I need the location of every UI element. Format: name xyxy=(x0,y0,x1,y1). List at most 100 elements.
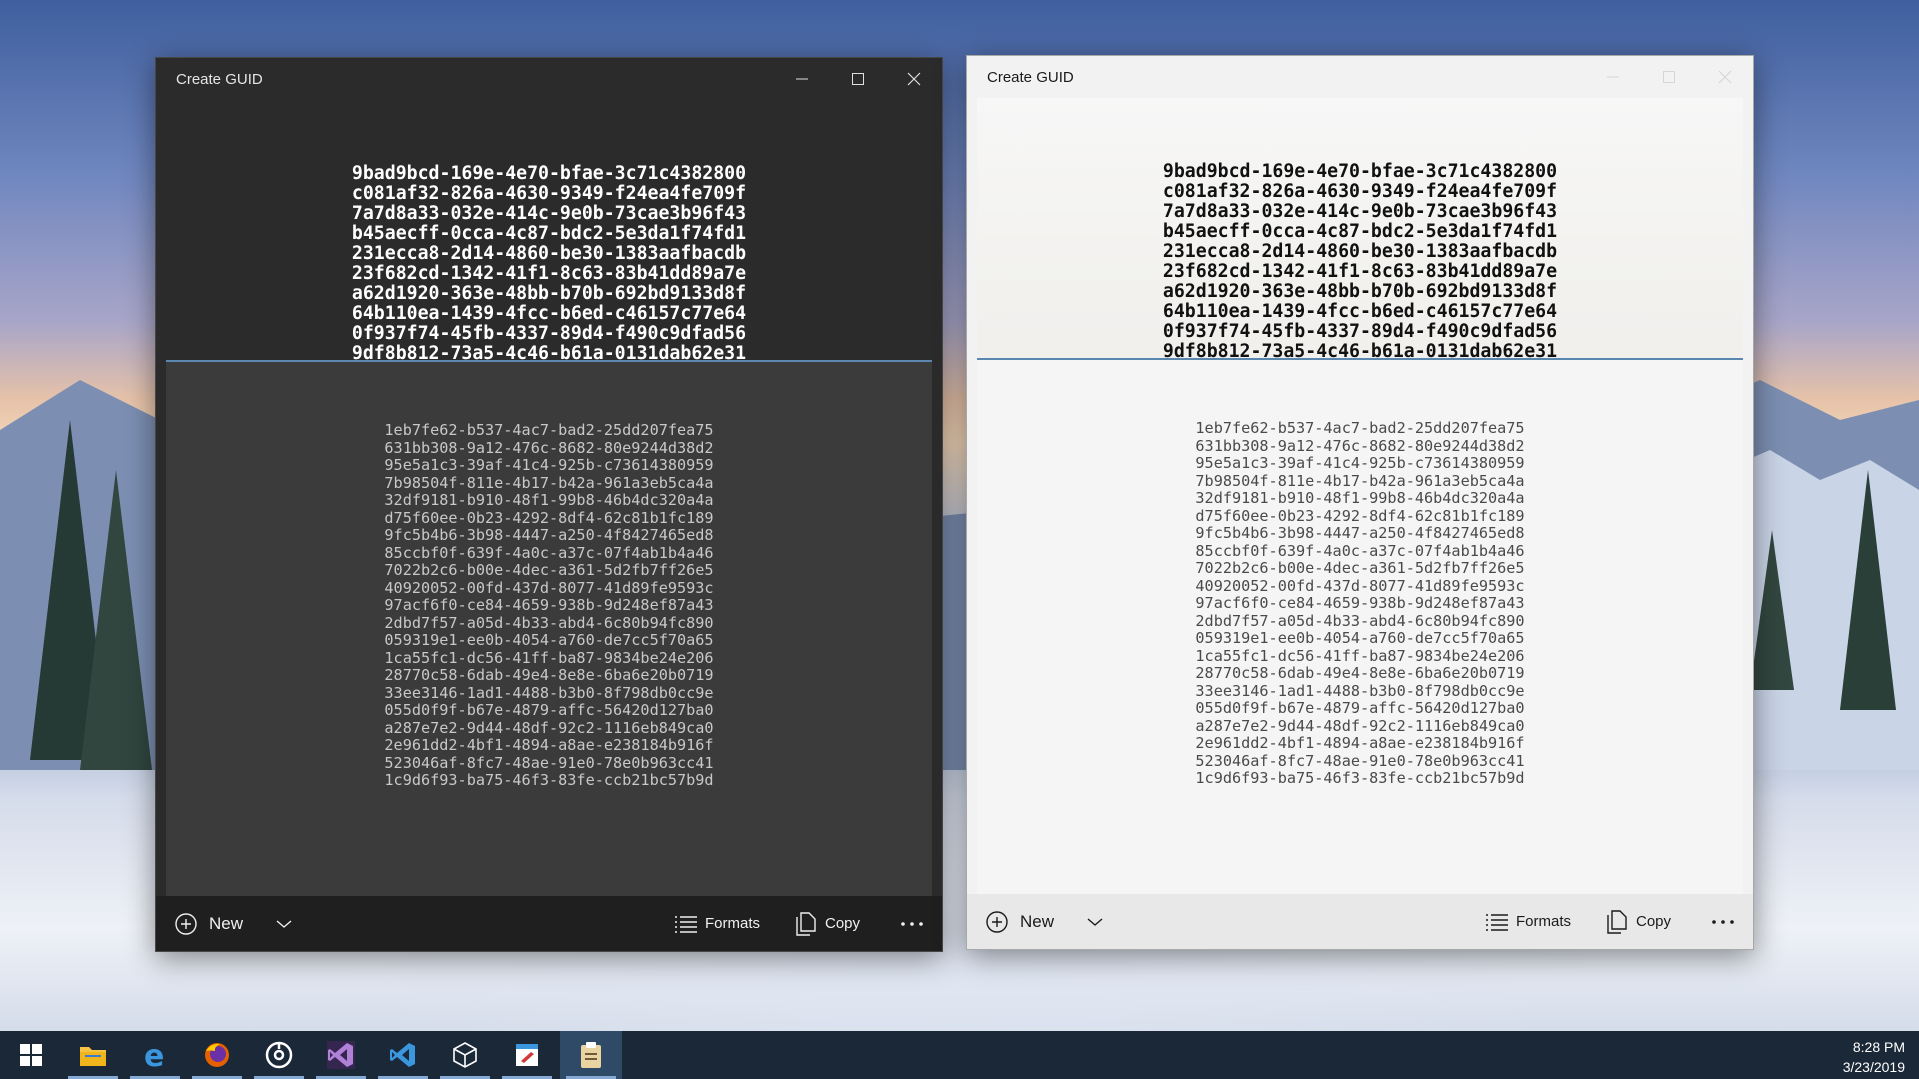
guid-line: b45aecff-0cca-4c87-bdc2-5e3da1f74fd1 xyxy=(351,223,747,244)
guid-line: 23f682cd-1342-41f1-8c63-83b41dd89a7e xyxy=(1162,261,1558,282)
guid-line: 9bad9bcd-169e-4e70-bfae-3c71c4382800 xyxy=(351,163,747,184)
taskbar-groove[interactable] xyxy=(248,1031,310,1079)
add-circle-icon xyxy=(175,912,197,935)
guid-line: 9bad9bcd-169e-4e70-bfae-3c71c4382800 xyxy=(1162,161,1558,182)
history-guid-list[interactable]: 1eb7fe62-b537-4ac7-bad2-25dd207fea75 631… xyxy=(977,419,1743,788)
guid-line: 0f937f74-45fb-4337-89d4-f490c9dfad56 xyxy=(351,323,747,344)
guid-line: 055d0f9f-b67e-4879-affc-56420d127ba0 xyxy=(384,701,714,719)
more-options-button[interactable] xyxy=(1703,894,1743,949)
new-button[interactable]: New xyxy=(985,894,1054,949)
primary-guid-list[interactable]: 9bad9bcd-169e-4e70-bfae-3c71c4382800 c08… xyxy=(977,162,1743,362)
firefox-icon xyxy=(205,1043,229,1067)
close-button[interactable] xyxy=(1697,56,1753,98)
guid-line: c081af32-826a-4630-9349-f24ea4fe709f xyxy=(351,183,747,204)
maximize-button[interactable] xyxy=(830,58,886,100)
window-title: Create GUID xyxy=(176,71,263,88)
history-guid-list[interactable]: 1eb7fe62-b537-4ac7-bad2-25dd207fea75 631… xyxy=(166,421,932,790)
taskbar-file-explorer[interactable] xyxy=(62,1031,124,1079)
formats-button-label: Formats xyxy=(1516,913,1572,930)
guid-line: 33ee3146-1ad1-4488-b3b0-8f798db0cc9e xyxy=(384,683,714,702)
guid-line: 1c9d6f93-ba75-46f3-83fe-ccb21bc57b9d xyxy=(1195,769,1525,787)
copy-button-label: Copy xyxy=(1636,913,1672,930)
taskbar-firefox[interactable] xyxy=(186,1031,248,1079)
taskbar: e 8:28 PM 3/23/2019 xyxy=(0,1031,1919,1079)
guid-line: 1eb7fe62-b537-4ac7-bad2-25dd207fea75 xyxy=(1195,419,1525,437)
guid-line: d75f60ee-0b23-4292-8df4-62c81b1fc189 xyxy=(1195,506,1525,525)
guid-line: 0f937f74-45fb-4337-89d4-f490c9dfad56 xyxy=(1162,321,1558,342)
guid-line: 2e961dd2-4bf1-4894-a8ae-e238184b916f xyxy=(1195,734,1525,752)
list-icon xyxy=(1486,913,1508,931)
guid-line: 85ccbf0f-639f-4a0c-a37c-07f4ab1b4a46 xyxy=(1195,541,1525,560)
guid-line: a62d1920-363e-48bb-b70b-692bd9133d8f xyxy=(351,283,747,304)
taskbar-clock[interactable]: 8:28 PM 3/23/2019 xyxy=(1843,1037,1905,1077)
guid-line: 32df9181-b910-48f1-99b8-46b4dc320a4a xyxy=(384,491,714,509)
guid-line: 631bb308-9a12-476c-8682-80e9244d38d2 xyxy=(1195,436,1525,455)
taskbar-edge[interactable]: e xyxy=(124,1031,186,1079)
formats-button-label: Formats xyxy=(705,915,761,932)
close-icon xyxy=(907,72,921,86)
guid-line: 97acf6f0-ce84-4659-938b-9d248ef87a43 xyxy=(384,596,714,614)
more-options-button[interactable] xyxy=(892,896,932,951)
guid-line: 231ecca8-2d14-4860-be30-1383aafbacdb xyxy=(351,243,747,264)
new-button[interactable]: New xyxy=(174,896,243,951)
guid-line: 85ccbf0f-639f-4a0c-a37c-07f4ab1b4a46 xyxy=(384,543,714,562)
visual-studio-icon xyxy=(327,1041,355,1069)
minimize-button[interactable] xyxy=(1585,56,1641,98)
maximize-icon xyxy=(1663,71,1675,83)
svg-text:e: e xyxy=(144,1041,164,1069)
pine-tree xyxy=(1840,470,1896,710)
taskbar-create-guid[interactable] xyxy=(560,1031,622,1079)
create-guid-window-light: Create GUID 9bad9bcd-169e-4e70-bfae-3c71… xyxy=(966,55,1754,950)
guid-line: 631bb308-9a12-476c-8682-80e9244d38d2 xyxy=(384,438,714,457)
primary-guid-list[interactable]: 9bad9bcd-169e-4e70-bfae-3c71c4382800 c08… xyxy=(166,164,932,364)
minimize-icon xyxy=(1607,76,1619,78)
guid-line: 2dbd7f57-a05d-4b33-abd4-6c80b94fc890 xyxy=(384,613,714,632)
guid-line: a287e7e2-9d44-48df-92c2-1116eb849ca0 xyxy=(384,718,714,737)
window-title: Create GUID xyxy=(987,69,1074,86)
close-button[interactable] xyxy=(886,58,942,100)
chevron-down-icon xyxy=(276,919,292,928)
guid-line: 28770c58-6dab-49e4-8e8e-6ba6e20b0719 xyxy=(1195,664,1525,682)
title-bar[interactable]: Create GUID xyxy=(967,56,1753,98)
vscode-icon xyxy=(390,1043,415,1067)
new-dropdown-button[interactable] xyxy=(1077,894,1113,949)
guid-line: a62d1920-363e-48bb-b70b-692bd9133d8f xyxy=(1162,281,1558,302)
pine-tree xyxy=(80,470,152,770)
edge-icon: e xyxy=(144,1041,164,1069)
minimize-button[interactable] xyxy=(774,58,830,100)
maximize-icon xyxy=(852,73,864,85)
taskbar-visual-studio[interactable] xyxy=(310,1031,372,1079)
guid-line: 7b98504f-811e-4b17-b42a-961a3eb5ca4a xyxy=(384,473,714,492)
formats-button[interactable]: Formats xyxy=(1485,894,1571,949)
guid-line: 059319e1-ee0b-4054-a760-de7cc5f70a65 xyxy=(384,631,714,649)
copy-button[interactable]: Copy xyxy=(794,896,860,951)
add-circle-icon xyxy=(986,910,1008,933)
copy-button[interactable]: Copy xyxy=(1605,894,1671,949)
new-dropdown-button[interactable] xyxy=(266,896,302,951)
command-bar: New Formats Copy xyxy=(967,894,1753,949)
formats-button[interactable]: Formats xyxy=(674,896,760,951)
maximize-button[interactable] xyxy=(1641,56,1697,98)
guid-line: 23f682cd-1342-41f1-8c63-83b41dd89a7e xyxy=(351,263,747,284)
guid-line: 95e5a1c3-39af-41c4-925b-c73614380959 xyxy=(384,456,714,474)
taskbar-vscode[interactable] xyxy=(372,1031,434,1079)
guid-line: 2dbd7f57-a05d-4b33-abd4-6c80b94fc890 xyxy=(1195,611,1525,630)
chevron-down-icon xyxy=(1087,917,1103,926)
title-bar[interactable]: Create GUID xyxy=(156,58,942,100)
guid-line: 7022b2c6-b00e-4dec-a361-5d2fb7ff26e5 xyxy=(384,561,714,579)
clock-time: 8:28 PM xyxy=(1852,1039,1905,1055)
guid-line: 7022b2c6-b00e-4dec-a361-5d2fb7ff26e5 xyxy=(1195,559,1525,577)
more-icon xyxy=(1712,919,1734,924)
start-button[interactable] xyxy=(0,1031,62,1079)
create-guid-window-dark: Create GUID 9bad9bcd-169e-4e70-bfae-3c71… xyxy=(155,57,943,952)
paint-icon xyxy=(516,1044,538,1066)
taskbar-3d-viewer[interactable] xyxy=(434,1031,496,1079)
guid-line: 40920052-00fd-437d-8077-41d89fe9593c xyxy=(1195,576,1525,595)
copy-icon xyxy=(1607,909,1627,934)
guid-line: c081af32-826a-4630-9349-f24ea4fe709f xyxy=(1162,181,1558,202)
taskbar-paint[interactable] xyxy=(496,1031,558,1079)
guid-line: 95e5a1c3-39af-41c4-925b-c73614380959 xyxy=(1195,454,1525,472)
command-bar: New Formats Copy xyxy=(156,896,942,951)
guid-line: 9fc5b4b6-3b98-4447-a250-4f8427465ed8 xyxy=(1195,524,1525,542)
guid-line: 33ee3146-1ad1-4488-b3b0-8f798db0cc9e xyxy=(1195,681,1525,700)
